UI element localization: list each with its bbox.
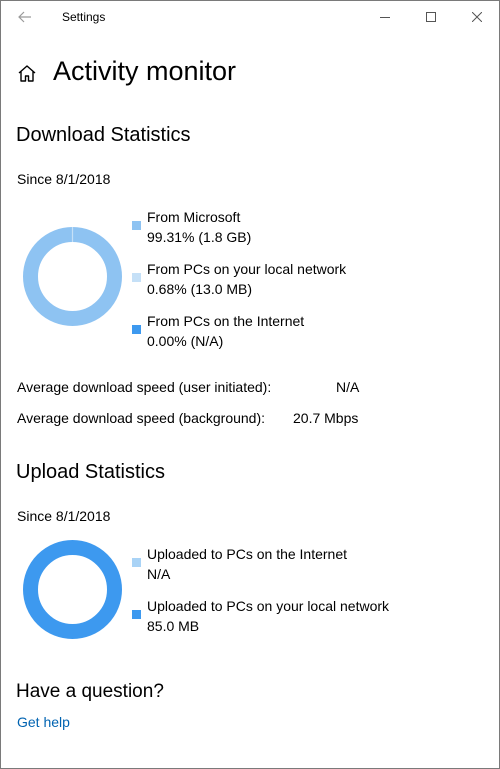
legend-label: From Microsoft: [147, 209, 241, 225]
back-button[interactable]: [15, 7, 35, 27]
minimize-icon: [380, 17, 390, 18]
avg-download-background-label: Average download speed (background):: [17, 410, 266, 426]
donut-segment-from-microsoft: [23, 227, 122, 326]
minimize-button[interactable]: [362, 1, 408, 33]
avg-download-user-value: N/A: [336, 379, 360, 395]
legend-value: 0.00% (N/A): [147, 333, 224, 349]
back-arrow-icon: [18, 11, 31, 23]
legend-value: 0.68% (13.0 MB): [147, 281, 253, 297]
maximize-icon: [426, 12, 436, 22]
page-title: Activity monitor: [53, 56, 237, 86]
legend-label: From PCs on your local network: [147, 261, 347, 277]
close-icon: [472, 12, 482, 22]
upload-donut-chart: [23, 540, 122, 639]
close-button[interactable]: [454, 1, 499, 33]
legend-swatch: [132, 273, 141, 282]
maximize-button[interactable]: [408, 1, 454, 33]
legend-value: N/A: [147, 566, 171, 582]
legend-swatch: [132, 558, 141, 567]
avg-download-user-label: Average download speed (user initiated):: [17, 379, 272, 395]
donut-segment-local-network: [23, 540, 122, 639]
window-title: Settings: [62, 10, 106, 24]
settings-window: Settings Activity monitor Download Stati…: [0, 0, 500, 769]
legend-label: From PCs on the Internet: [147, 313, 305, 329]
legend-value: 99.31% (1.8 GB): [147, 229, 252, 245]
legend-swatch: [132, 610, 141, 619]
title-bar: Settings: [1, 1, 499, 33]
upload-statistics-heading: Upload Statistics: [16, 461, 165, 483]
home-button[interactable]: [16, 63, 38, 85]
get-help-link[interactable]: Get help: [17, 714, 70, 730]
legend-label: Uploaded to PCs on your local network: [147, 598, 390, 614]
legend-value: 85.0 MB: [147, 618, 200, 634]
download-statistics-heading: Download Statistics: [16, 124, 191, 146]
avg-download-background-value: 20.7 Mbps: [293, 410, 359, 426]
home-icon: [18, 65, 36, 82]
legend-swatch: [132, 221, 141, 230]
download-since-date: Since 8/1/2018: [17, 171, 111, 187]
download-donut-chart: [23, 227, 122, 326]
legend-swatch: [132, 325, 141, 334]
upload-since-date: Since 8/1/2018: [17, 508, 111, 524]
help-heading: Have a question?: [16, 681, 164, 702]
legend-label: Uploaded to PCs on the Internet: [147, 546, 348, 562]
